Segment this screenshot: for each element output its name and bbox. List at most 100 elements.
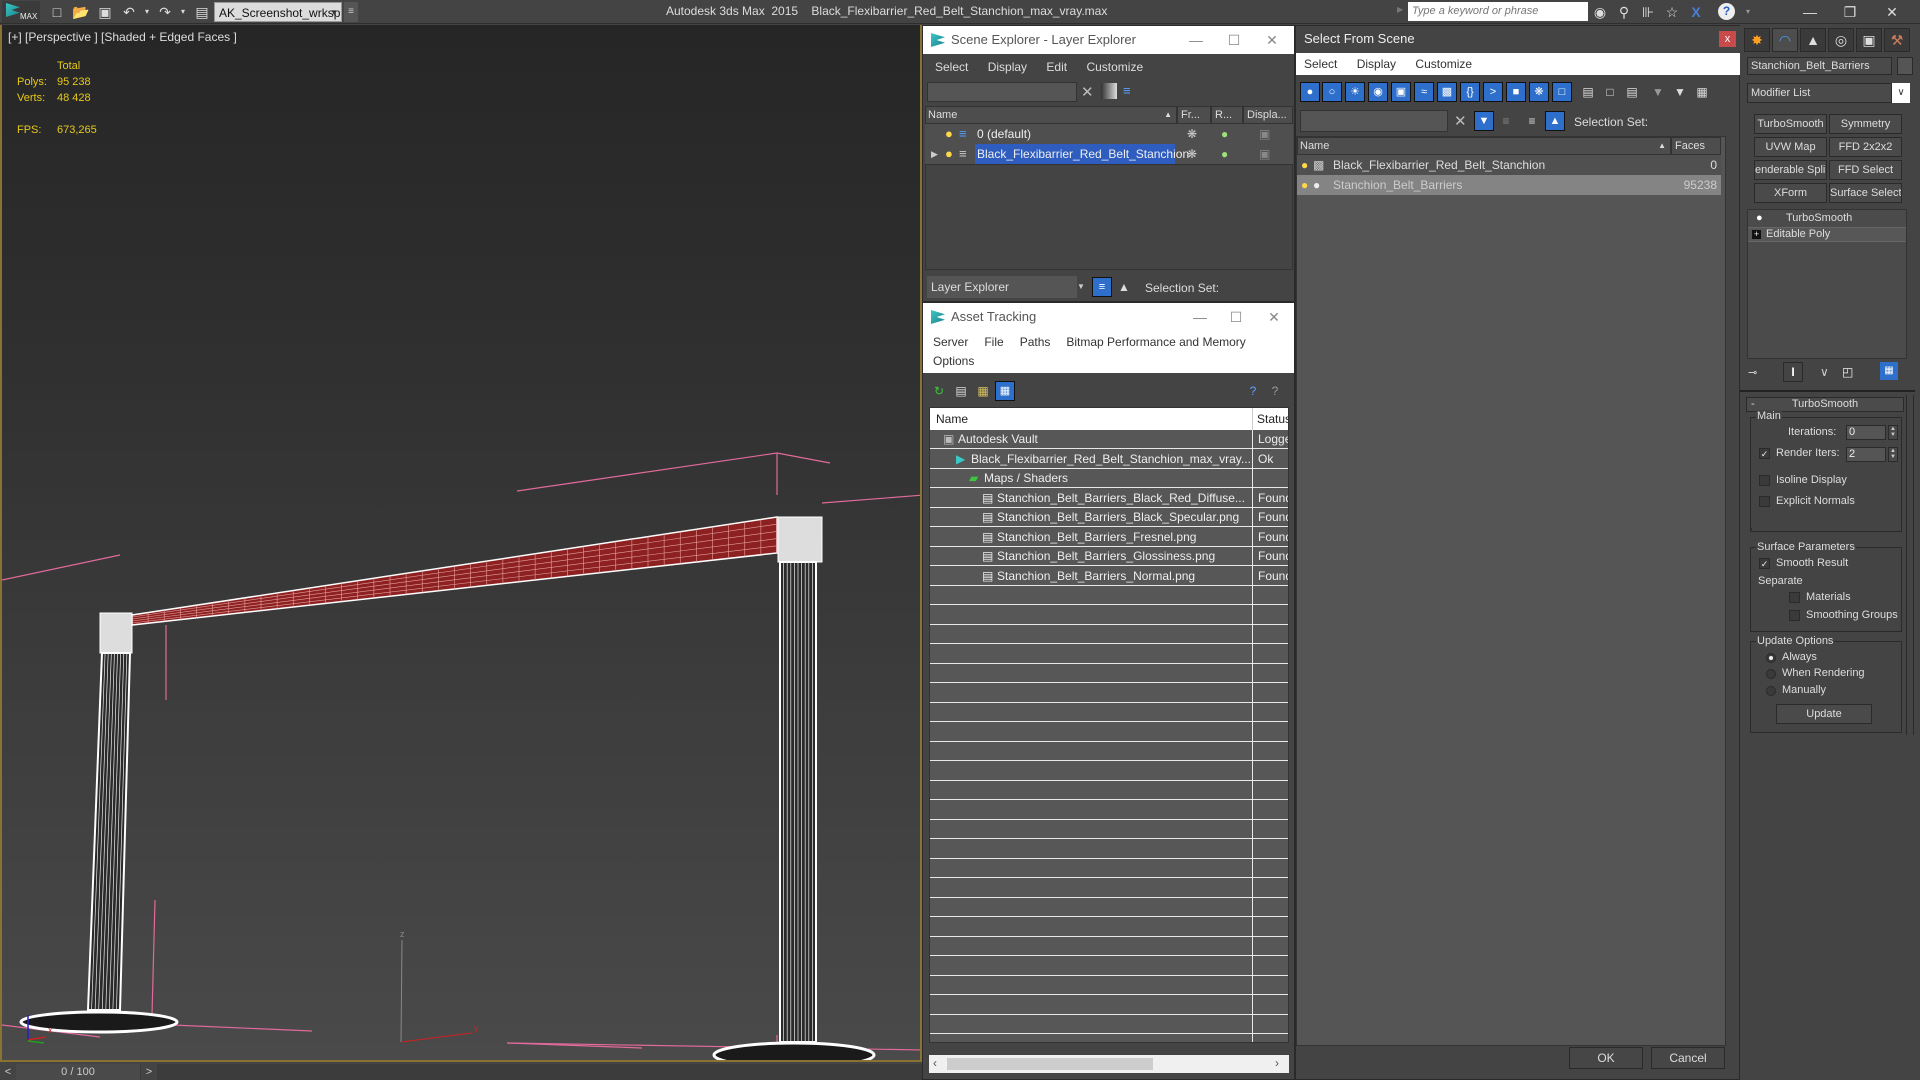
modifier-surface-select-button[interactable]: Surface Select [1829,183,1902,203]
lightbulb-icon[interactable]: ● [945,124,953,144]
project-folder-icon[interactable]: ▤ [193,3,211,21]
asset-row[interactable]: ▶ Black_Flexibarrier_Red_Belt_Stanchion_m… [930,450,1288,469]
redo-icon[interactable]: ↷ [156,3,174,21]
teapot-render-icon[interactable]: ● [1221,144,1228,164]
new-file-icon[interactable]: □ [48,3,66,21]
modify-tab-icon[interactable]: ◠ [1772,28,1798,52]
materials-checkbox[interactable] [1789,592,1800,603]
sort-by-hierarchy-icon[interactable]: ▲ [1545,111,1565,131]
remove-modifier-icon[interactable]: ◰ [1842,365,1853,379]
display-spacewarps-icon[interactable]: ≈ [1414,82,1434,102]
display-shapes-icon[interactable]: ○ [1322,82,1342,102]
chevron-down-icon[interactable]: ∨ [1892,83,1910,103]
render-iters-spinner[interactable]: ▲ ▼ [1888,447,1898,462]
select-invert-icon[interactable]: ▤ [1622,82,1642,102]
filter-selected-icon[interactable]: ▼ [1474,111,1494,131]
asset-row[interactable]: ▤ Stanchion_Belt_Barriers_Black_Specular.… [930,508,1288,527]
dialog-title[interactable]: Select From Scene [1296,26,1741,52]
help-icon[interactable]: ? [1265,381,1285,401]
help-icon[interactable]: ? [1718,3,1735,20]
modifier-uvwmap-button[interactable]: UVW Map [1754,137,1827,157]
display-groups-icon[interactable]: ▩ [1437,82,1457,102]
update-button[interactable]: Update [1776,704,1872,724]
update-always-radio[interactable] [1766,653,1776,663]
lightbulb-icon[interactable]: ● [945,144,953,164]
expand-plus-icon[interactable]: + [1752,230,1761,239]
star-icon[interactable]: ☆ [1662,2,1682,22]
isoline-display-checkbox[interactable] [1759,475,1770,486]
show-end-result-icon[interactable]: I [1783,362,1803,382]
column-config-icon[interactable]: ▦ [1692,82,1712,102]
command-panel-scrollbar[interactable] [1906,395,1914,735]
sort-by-hierarchy-icon[interactable]: ▲ [1114,277,1134,297]
smooth-result-checkbox[interactable]: ✓ [1759,558,1770,569]
column-header-display[interactable]: Displa... [1243,106,1293,124]
chevron-down-icon[interactable]: ▼ [1077,282,1085,291]
scroll-left-icon[interactable]: ‹ [933,1056,937,1070]
close-button[interactable]: ✕ [1256,303,1292,331]
layer-row[interactable]: ● ≡ 0 (default) ❋ ● ▣ [925,124,1293,144]
display-lights-icon[interactable]: ☀ [1345,82,1365,102]
select-scene-search-input[interactable] [1300,110,1448,132]
sort-by-layer-icon[interactable]: ≡ [1092,277,1112,297]
update-manually-radio[interactable] [1766,686,1776,696]
column-header-frozen[interactable]: Fr... [1177,106,1211,124]
lightbulb-icon[interactable]: ● [1301,155,1308,175]
menu-file[interactable]: File [976,333,1011,352]
modifier-turbosmooth-button[interactable]: TurboSmooth [1754,114,1827,134]
display-frozen-icon[interactable]: ❋ [1529,82,1549,102]
menu-options[interactable]: Options [925,352,982,371]
cancel-button[interactable]: Cancel [1651,1047,1725,1069]
freeze-icon[interactable]: ❋ [1187,124,1197,144]
ok-button[interactable]: OK [1569,1047,1643,1069]
close-button[interactable]: x [1719,31,1736,47]
asset-row[interactable]: ▤ Stanchion_Belt_Barriers_Normal.png Found [930,567,1288,586]
scrollbar-thumb[interactable] [947,1058,1153,1070]
viewport-label-menu[interactable]: [+] [Perspective ] [Shaded + Edged Faces… [8,30,237,44]
display-cameras-icon[interactable]: ◉ [1368,82,1388,102]
minimize-button[interactable]: — [1790,0,1830,24]
modifier-list-dropdown[interactable]: Modifier List [1747,83,1892,103]
minimize-button[interactable]: — [1182,303,1218,331]
workspace-menu-button[interactable]: ≡ [344,2,358,22]
time-slider-thumb[interactable]: 0 / 100 [16,1064,140,1080]
display-bones-icon[interactable]: > [1483,82,1503,102]
menu-select[interactable]: Select [1296,53,1345,75]
render-iters-input[interactable]: 2 [1846,447,1886,462]
maximize-button[interactable]: ☐ [1216,26,1252,54]
key-icon[interactable]: ⚲ [1614,2,1634,22]
utilities-tab-icon[interactable]: ⚒ [1884,28,1910,52]
expand-arrow-icon[interactable]: ▶ [931,144,938,164]
clear-search-icon[interactable]: ✕ [1454,112,1467,130]
select-all-icon[interactable]: ▤ [1578,82,1598,102]
menu-customize[interactable]: Customize [1078,54,1151,80]
thumbnail-view-icon[interactable]: ▦ [973,381,993,401]
asset-row[interactable]: ▤ Stanchion_Belt_Barriers_Black_Red_Diffu… [930,489,1288,508]
table-view-icon[interactable]: ▦ [995,381,1015,401]
clear-search-icon[interactable]: ✕ [1081,83,1094,101]
menu-select[interactable]: Select [927,54,976,80]
teapot-render-icon[interactable]: ● [1221,124,1228,144]
undo-dropdown-icon[interactable]: ▾ [138,3,156,21]
stack-item-editable-poly[interactable]: + Editable Poly [1748,227,1906,242]
asset-row[interactable]: ▣Autodesk Vault Logged [930,430,1288,449]
restore-button[interactable]: ❐ [1830,0,1870,24]
display-xrefs-icon[interactable]: {} [1460,82,1480,102]
menu-bitmap-performance[interactable]: Bitmap Performance and Memory [1058,333,1253,352]
close-button[interactable]: ✕ [1872,0,1912,24]
select-none-icon[interactable]: □ [1600,82,1620,102]
display-box-icon[interactable]: ▣ [1259,124,1270,144]
maximize-button[interactable]: ☐ [1218,303,1254,331]
filter-options-icon[interactable]: ▼ [1670,82,1690,102]
satellite-icon[interactable]: ⊪ [1638,2,1658,22]
horizontal-scrollbar[interactable]: ‹ › [929,1055,1289,1073]
open-file-icon[interactable]: 📂 [72,3,90,21]
filter-icon[interactable]: ▼ [1648,82,1668,102]
close-button[interactable]: ✕ [1254,26,1290,54]
display-tab-icon[interactable]: ▣ [1856,28,1882,52]
modifier-renderable-spline-button[interactable]: enderable Splin [1754,160,1827,180]
time-prev-button[interactable]: < [0,1064,16,1080]
menu-server[interactable]: Server [925,333,976,352]
modifier-ffd-button[interactable]: FFD 2x2x2 [1829,137,1902,157]
sort-by-layer-icon[interactable]: ≡ [1522,111,1542,131]
